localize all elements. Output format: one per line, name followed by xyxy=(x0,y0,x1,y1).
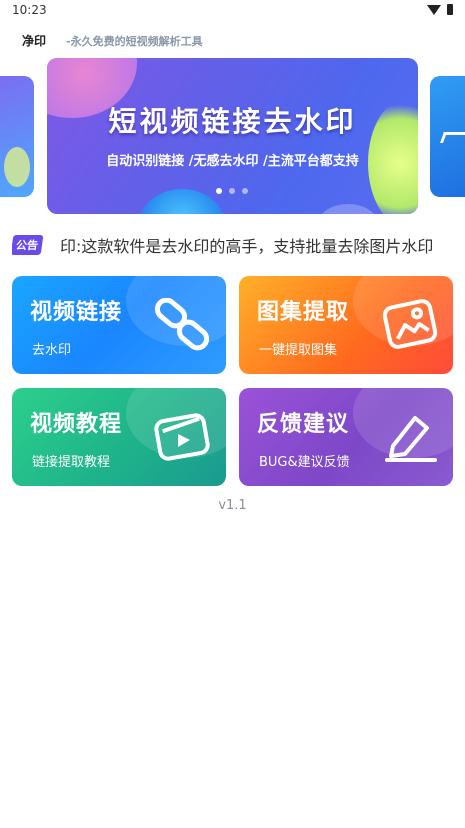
image-icon xyxy=(382,299,438,349)
carousel-dot[interactable] xyxy=(216,188,222,194)
notice-text: 印:这款软件是去水印的高手，支持批量去除图片水印 xyxy=(60,237,434,256)
video-tutorial-card[interactable]: 视频教程 链接提取教程 xyxy=(12,388,226,486)
link-icon xyxy=(154,298,210,351)
app-version: v1.1 xyxy=(218,498,247,513)
card-title: 反馈建议 xyxy=(257,412,350,437)
app-subtitle: -永久免费的短视频解析工具 xyxy=(66,35,203,48)
app-header: 净印 -永久免费的短视频解析工具 xyxy=(0,28,465,52)
card-subtitle: 链接提取教程 xyxy=(32,455,111,470)
previous-banner-slide[interactable] xyxy=(0,76,34,197)
card-title: 视频链接 xyxy=(30,300,123,325)
carousel-indicator xyxy=(216,188,248,194)
carousel-dot[interactable] xyxy=(229,188,235,194)
card-title: 图集提取 xyxy=(257,300,350,325)
card-subtitle: 去水印 xyxy=(32,343,72,358)
wifi-icon xyxy=(427,4,441,15)
banner-subtitle: 自动识别链接 /无感去水印 /主流平台都支持 xyxy=(106,154,359,169)
play-video-icon xyxy=(154,413,210,461)
edit-pen-icon xyxy=(385,416,437,462)
card-title: 视频教程 xyxy=(30,412,123,437)
carousel-dot[interactable] xyxy=(242,188,248,194)
banner-carousel[interactable]: 短视频链接去水印 自动识别链接 /无感去水印 /主流平台都支持 xyxy=(0,58,465,216)
status-time: 10:23 xyxy=(12,3,47,17)
feedback-card[interactable]: 反馈建议 BUG&建议反馈 xyxy=(239,388,453,486)
card-subtitle: 一键提取图集 xyxy=(259,343,338,358)
notice-bar[interactable]: 公告 印:这款软件是去水印的高手，支持批量去除图片水印 xyxy=(12,232,453,258)
app-title: 净印 xyxy=(22,34,47,48)
banner-slide[interactable]: 短视频链接去水印 自动识别链接 /无感去水印 /主流平台都支持 xyxy=(47,58,418,214)
status-bar: 10:23 xyxy=(0,0,465,22)
video-link-card[interactable]: 视频链接 去水印 xyxy=(12,276,226,374)
banner-title: 短视频链接去水印 xyxy=(108,105,357,138)
notice-badge: 公告 xyxy=(12,235,44,255)
battery-icon xyxy=(447,4,453,15)
next-banner-slide[interactable] xyxy=(430,76,465,197)
gallery-extract-card[interactable]: 图集提取 一键提取图集 xyxy=(239,276,453,374)
card-subtitle: BUG&建议反馈 xyxy=(259,455,350,470)
